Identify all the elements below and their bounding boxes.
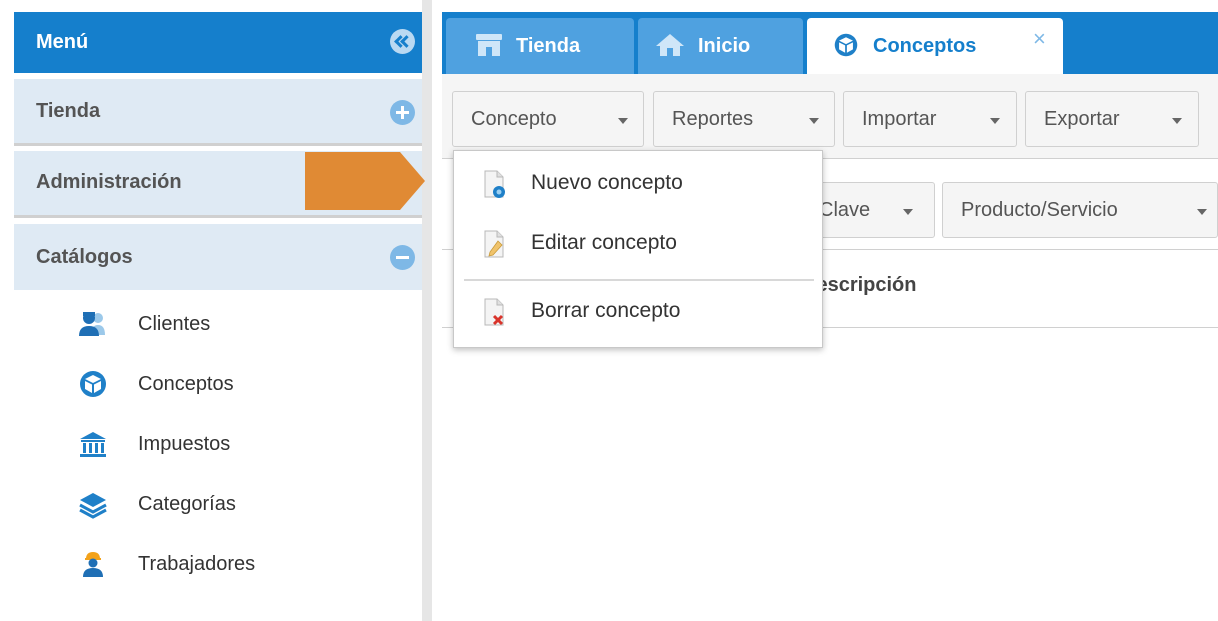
users-icon (79, 312, 105, 336)
sidebar-section-tienda[interactable]: Tienda (14, 79, 422, 146)
button-label: Concepto (471, 108, 557, 130)
menu-item-label: Borrar concepto (531, 299, 681, 322)
sidebar-item-categorias[interactable]: Categorías (78, 484, 418, 524)
tab-label: Conceptos (873, 35, 977, 57)
sidebar-item-impuestos[interactable]: Impuestos (78, 424, 418, 464)
menu-item-nuevo-concepto[interactable]: Nuevo concepto (454, 157, 822, 213)
orange-pointer-arrow (305, 152, 425, 210)
sidebar-item-clientes[interactable]: Clientes (78, 304, 418, 344)
button-label: Producto/Servicio (961, 199, 1118, 221)
home-icon (656, 34, 684, 56)
button-label: Importar (862, 108, 937, 130)
sidebar-item-label: Categorías (138, 493, 236, 515)
toolbar: Concepto Reportes Importar Exportar (442, 74, 1218, 159)
sidebar-section-label: Catálogos (36, 246, 133, 268)
caret-down-icon (990, 118, 1000, 124)
sidebar: Menú Tienda Administración Catálogos Cli… (0, 0, 432, 621)
reportes-menu-button[interactable]: Reportes (653, 91, 835, 147)
sidebar-section-label: Administración (36, 171, 182, 193)
store-icon (476, 34, 502, 56)
menu-item-editar-concepto[interactable]: Editar concepto (454, 217, 822, 273)
concepto-dropdown-menu: Nuevo concepto Editar concepto Borrar co… (453, 150, 823, 348)
menu-separator (464, 279, 814, 281)
bank-icon (80, 432, 106, 457)
tab-label: Inicio (698, 35, 751, 57)
collapse-minus-icon[interactable] (390, 245, 415, 270)
tab-bar: Tienda Inicio Conceptos × (442, 12, 1218, 74)
cube-icon (80, 371, 106, 397)
importar-menu-button[interactable]: Importar (843, 91, 1017, 147)
sidebar-header: Menú (14, 12, 422, 73)
sidebar-section-catalogos[interactable]: Catálogos (14, 224, 422, 290)
expand-plus-icon[interactable] (390, 100, 415, 125)
sidebar-item-label: Trabajadores (138, 553, 256, 575)
tab-inicio[interactable]: Inicio (638, 18, 803, 74)
close-icon[interactable]: × (1033, 28, 1046, 50)
exportar-menu-button[interactable]: Exportar (1025, 91, 1199, 147)
button-label: Reportes (672, 108, 754, 130)
layers-icon (79, 493, 107, 519)
tab-conceptos[interactable]: Conceptos × (807, 18, 1063, 74)
tab-label: Tienda (516, 35, 581, 57)
menu-item-borrar-concepto[interactable]: Borrar concepto (454, 285, 822, 341)
caret-down-icon (618, 118, 628, 124)
sidebar-section-label: Tienda (36, 100, 101, 122)
concepto-menu-button[interactable]: Concepto (452, 91, 644, 147)
menu-item-label: Nuevo concepto (531, 171, 683, 194)
producto-servicio-filter-button[interactable]: Producto/Servicio (942, 182, 1218, 238)
cube-icon (834, 33, 858, 57)
caret-down-icon (903, 209, 913, 215)
caret-down-icon (1197, 209, 1207, 215)
collapse-sidebar-icon[interactable] (390, 29, 415, 54)
sidebar-item-conceptos[interactable]: Conceptos (78, 364, 418, 404)
caret-down-icon (1172, 118, 1182, 124)
button-label: Clave (819, 199, 871, 221)
menu-item-label: Editar concepto (531, 231, 677, 254)
edit-document-icon (484, 230, 504, 258)
tab-tienda[interactable]: Tienda (446, 18, 634, 74)
worker-icon (83, 552, 103, 577)
button-label: Exportar (1044, 108, 1120, 130)
delete-document-icon (484, 298, 504, 326)
new-document-icon (484, 170, 505, 198)
sidebar-item-label: Impuestos (138, 433, 231, 455)
caret-down-icon (809, 118, 819, 124)
sidebar-item-label: Clientes (138, 313, 211, 335)
sidebar-item-label: Conceptos (138, 373, 234, 395)
sidebar-title: Menú (36, 31, 89, 53)
sidebar-item-trabajadores[interactable]: Trabajadores (78, 544, 418, 584)
